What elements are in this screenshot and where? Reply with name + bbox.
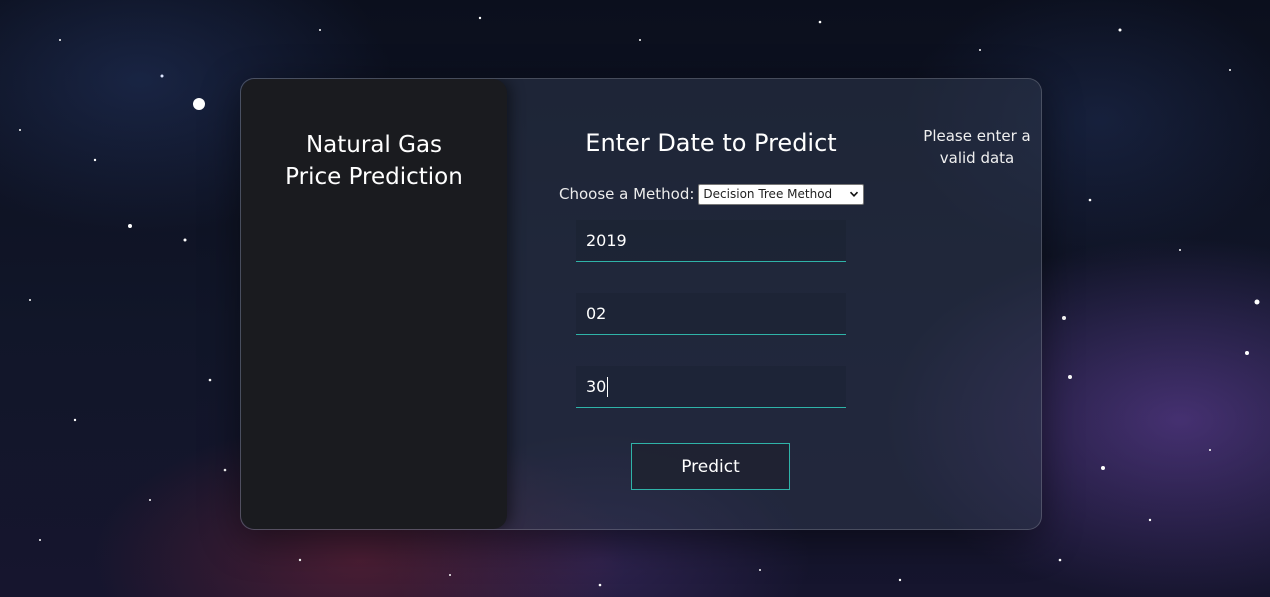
validation-message: Please enter a valid data [923, 127, 1031, 167]
chevron-down-icon [850, 191, 859, 197]
form-title: Enter Date to Predict [585, 129, 837, 157]
month-input[interactable]: 02 [576, 293, 846, 335]
prediction-card: Natural Gas Price Prediction Enter Date … [240, 78, 1042, 530]
method-select[interactable]: Decision Tree Method [698, 183, 865, 205]
title-panel: Natural Gas Price Prediction [241, 79, 507, 529]
day-input[interactable]: 30 [576, 366, 846, 408]
app-title: Natural Gas Price Prediction [285, 132, 463, 190]
method-row: Choose a Method: Decision Tree Method [559, 183, 865, 205]
predict-button[interactable]: Predict [631, 443, 790, 490]
month-input-value: 02 [586, 304, 607, 323]
predict-button-label: Predict [681, 456, 740, 477]
year-input-value: 2019 [586, 231, 627, 250]
day-input-value: 30 [586, 377, 607, 396]
method-select-value: Decision Tree Method [703, 187, 833, 201]
text-caret [607, 376, 609, 397]
method-label: Choose a Method: [559, 185, 695, 203]
year-input[interactable]: 2019 [576, 220, 846, 262]
